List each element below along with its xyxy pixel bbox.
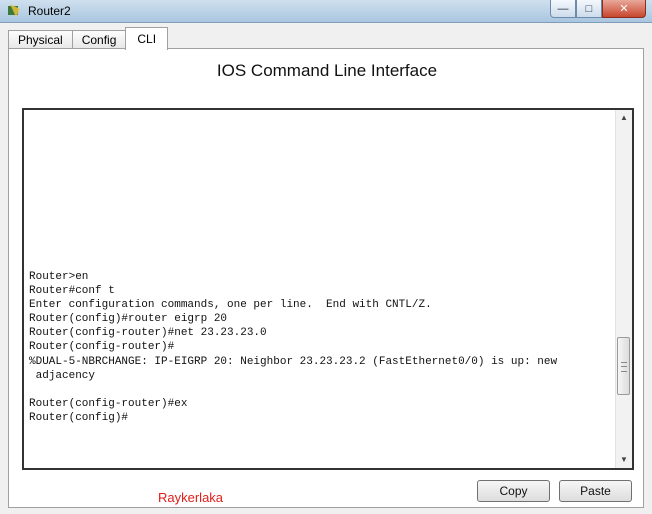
window-title: Router2 bbox=[28, 4, 71, 18]
minimize-icon: — bbox=[557, 2, 569, 15]
terminal-line: Router(config-router)#net 23.23.23.0 bbox=[29, 327, 267, 340]
scroll-down-icon[interactable]: ▼ bbox=[616, 452, 632, 468]
tab-bar: Physical Config CLI bbox=[8, 27, 169, 50]
close-button[interactable]: ✕ bbox=[602, 0, 646, 18]
terminal-line: adjacency bbox=[29, 369, 96, 382]
maximize-button[interactable]: □ bbox=[576, 0, 602, 18]
tab-config[interactable]: Config bbox=[71, 30, 127, 49]
terminal-line: Router#conf t bbox=[29, 285, 115, 298]
terminal-line: Router(config-router)#ex bbox=[29, 397, 188, 410]
router-window: Physical Config CLI IOS Command Line Int… bbox=[0, 23, 652, 514]
title-bar[interactable]: Router2 — □ ✕ bbox=[0, 0, 652, 23]
terminal-line: Router(config)# bbox=[29, 411, 129, 424]
close-icon: ✕ bbox=[619, 3, 629, 15]
paste-button[interactable]: Paste bbox=[559, 480, 632, 502]
terminal-output[interactable]: Router>en Router#conf t Enter configuratio… bbox=[29, 270, 614, 425]
terminal-line: Router>en bbox=[29, 271, 89, 283]
copy-button[interactable]: Copy bbox=[477, 480, 550, 502]
scroll-up-icon[interactable]: ▲ bbox=[616, 110, 632, 126]
terminal-line: %DUAL-5-NBRCHANGE: IP-EIGRP 20: Neighbor… bbox=[29, 355, 558, 368]
grip-icon bbox=[621, 362, 627, 372]
terminal-line: Router(config)#router eigrp 20 bbox=[29, 313, 228, 326]
watermark-text: Raykerlaka bbox=[158, 490, 224, 505]
router-app-icon bbox=[8, 4, 20, 17]
tab-physical[interactable]: Physical bbox=[8, 30, 73, 49]
maximize-icon: □ bbox=[585, 2, 593, 15]
scroll-thumb[interactable] bbox=[617, 337, 630, 395]
terminal-line: Router(config-router)# bbox=[29, 341, 175, 354]
cli-panel: IOS Command Line Interface Router>en Rout… bbox=[8, 48, 644, 508]
terminal-scrollbar[interactable]: ▲ ▼ bbox=[615, 110, 632, 468]
tab-cli[interactable]: CLI bbox=[125, 27, 169, 50]
minimize-button[interactable]: — bbox=[550, 0, 576, 18]
cli-terminal[interactable]: Router>en Router#conf t Enter configuratio… bbox=[22, 108, 634, 470]
panel-title: IOS Command Line Interface bbox=[216, 61, 438, 80]
terminal-line: Enter configuration commands, one per li… bbox=[29, 299, 432, 312]
